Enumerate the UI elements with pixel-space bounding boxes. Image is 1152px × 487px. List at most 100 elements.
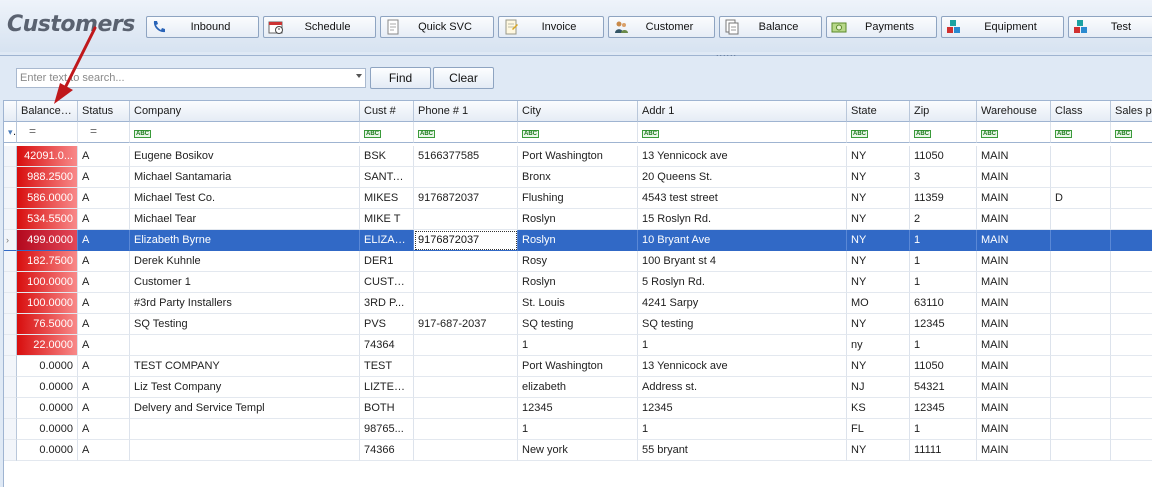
cell-state[interactable]: NY (847, 146, 910, 167)
cell-company[interactable] (130, 419, 360, 440)
table-row[interactable]: 0.0000 A Delvery and Service Templ BOTH 1234… (4, 398, 1152, 419)
cell-warehouse[interactable]: MAIN (977, 356, 1051, 377)
cell-phone-1[interactable] (414, 356, 518, 377)
row-indicator[interactable] (4, 272, 17, 293)
filter-cell-warehouse[interactable]: ABC (977, 122, 1051, 143)
cell-state[interactable]: FL (847, 419, 910, 440)
filter-cell-zip[interactable]: ABC (910, 122, 977, 143)
cell-city[interactable]: elizabeth (518, 377, 638, 398)
cell-sales-pe[interactable] (1111, 356, 1152, 377)
cell-class[interactable] (1051, 398, 1111, 419)
cell-status[interactable]: A (78, 314, 130, 335)
cell-addr-1[interactable]: 1 (638, 419, 847, 440)
cell-zip[interactable]: 1 (910, 335, 977, 356)
cell-addr-1[interactable]: 4241 Sarpy (638, 293, 847, 314)
cell-state[interactable]: ny (847, 335, 910, 356)
cell-class[interactable]: D (1051, 188, 1111, 209)
cell-cust[interactable]: MIKE T (360, 209, 414, 230)
table-row[interactable]: 76.5000 A SQ Testing PVS 917-687-2037 SQ test… (4, 314, 1152, 335)
column-header-balance[interactable]: Balance (17, 101, 78, 122)
table-row[interactable]: 22.0000 A 74364 1 1 ny 1 MAIN (4, 335, 1152, 356)
cell-company[interactable]: Customer 1 (130, 272, 360, 293)
cell-state[interactable]: NY (847, 167, 910, 188)
cell-warehouse[interactable]: MAIN (977, 251, 1051, 272)
cell-zip[interactable]: 1 (910, 230, 977, 251)
cell-zip[interactable]: 1 (910, 251, 977, 272)
cell-balance[interactable]: 0.0000 (17, 440, 78, 461)
cell-sales-pe[interactable] (1111, 398, 1152, 419)
nav-button-quick-svc[interactable]: Quick SVC (380, 16, 494, 38)
cell-phone-1[interactable]: 5166377585 (414, 146, 518, 167)
cell-class[interactable] (1051, 272, 1111, 293)
cell-zip[interactable]: 2 (910, 209, 977, 230)
cell-state[interactable]: NY (847, 188, 910, 209)
cell-company[interactable] (130, 440, 360, 461)
cell-addr-1[interactable]: 10 Bryant Ave (638, 230, 847, 251)
filter-cell-company[interactable]: ABC (130, 122, 360, 143)
column-header-cust[interactable]: Cust # (360, 101, 414, 122)
cell-status[interactable]: A (78, 335, 130, 356)
cell-phone-1[interactable] (414, 209, 518, 230)
cell-company[interactable]: Liz Test Company (130, 377, 360, 398)
filter-cell-addr-1[interactable]: ABC (638, 122, 847, 143)
cell-sales-pe[interactable] (1111, 188, 1152, 209)
nav-button-test[interactable]: Test (1068, 16, 1152, 38)
cell-balance[interactable]: 499.0000 (17, 230, 78, 251)
text-filter-icon[interactable]: ABC (364, 130, 381, 138)
cell-company[interactable]: Michael Test Co. (130, 188, 360, 209)
cell-company[interactable] (130, 335, 360, 356)
cell-warehouse[interactable]: MAIN (977, 146, 1051, 167)
cell-city[interactable]: SQ testing (518, 314, 638, 335)
cell-city[interactable]: St. Louis (518, 293, 638, 314)
cell-status[interactable]: A (78, 419, 130, 440)
cell-company[interactable]: Derek Kuhnle (130, 251, 360, 272)
filter-cell-city[interactable]: ABC (518, 122, 638, 143)
column-header-zip[interactable]: Zip (910, 101, 977, 122)
cell-sales-pe[interactable] (1111, 314, 1152, 335)
cell-status[interactable]: A (78, 293, 130, 314)
cell-warehouse[interactable]: MAIN (977, 335, 1051, 356)
cell-balance[interactable]: 0.0000 (17, 419, 78, 440)
cell-class[interactable] (1051, 335, 1111, 356)
cell-zip[interactable]: 11050 (910, 146, 977, 167)
cell-sales-pe[interactable] (1111, 230, 1152, 251)
text-filter-icon[interactable]: ABC (981, 130, 998, 138)
cell-cust[interactable]: CUSTO... (360, 272, 414, 293)
cell-cust[interactable]: 74366 (360, 440, 414, 461)
text-filter-icon[interactable]: ABC (134, 130, 151, 138)
cell-warehouse[interactable]: MAIN (977, 314, 1051, 335)
cell-company[interactable]: TEST COMPANY (130, 356, 360, 377)
nav-button-balance[interactable]: Balance (719, 16, 822, 38)
cell-zip[interactable]: 12345 (910, 314, 977, 335)
cell-balance[interactable]: 42091.0... (17, 146, 78, 167)
cell-cust[interactable]: DER1 (360, 251, 414, 272)
cell-zip[interactable]: 1 (910, 419, 977, 440)
cell-state[interactable]: MO (847, 293, 910, 314)
cell-balance[interactable]: 988.2500 (17, 167, 78, 188)
column-header-sales-pe[interactable]: Sales pe (1111, 101, 1152, 122)
cell-addr-1[interactable]: 15 Roslyn Rd. (638, 209, 847, 230)
filter-cell-class[interactable]: ABC (1051, 122, 1111, 143)
column-header-city[interactable]: City (518, 101, 638, 122)
cell-phone-1[interactable] (414, 335, 518, 356)
search-input[interactable] (17, 69, 347, 87)
cell-addr-1[interactable]: SQ testing (638, 314, 847, 335)
cell-balance[interactable]: 0.0000 (17, 356, 78, 377)
cell-addr-1[interactable]: Address st. (638, 377, 847, 398)
cell-addr-1[interactable]: 55 bryant (638, 440, 847, 461)
cell-company[interactable]: Delvery and Service Templ (130, 398, 360, 419)
cell-state[interactable]: NY (847, 209, 910, 230)
table-row[interactable]: 182.7500 A Derek Kuhnle DER1 Rosy 100 Bryant … (4, 251, 1152, 272)
row-indicator[interactable] (4, 251, 17, 272)
cell-sales-pe[interactable] (1111, 440, 1152, 461)
cell-state[interactable]: NY (847, 356, 910, 377)
cell-addr-1[interactable]: 4543 test street (638, 188, 847, 209)
splitter-grip-icon[interactable]: ...... (716, 48, 737, 58)
cell-sales-pe[interactable] (1111, 293, 1152, 314)
table-row[interactable]: 0.0000 A TEST COMPANY TEST Port Washington 13… (4, 356, 1152, 377)
cell-city[interactable]: Rosy (518, 251, 638, 272)
cell-status[interactable]: A (78, 209, 130, 230)
cell-class[interactable] (1051, 146, 1111, 167)
row-indicator[interactable] (4, 398, 17, 419)
cell-class[interactable] (1051, 251, 1111, 272)
